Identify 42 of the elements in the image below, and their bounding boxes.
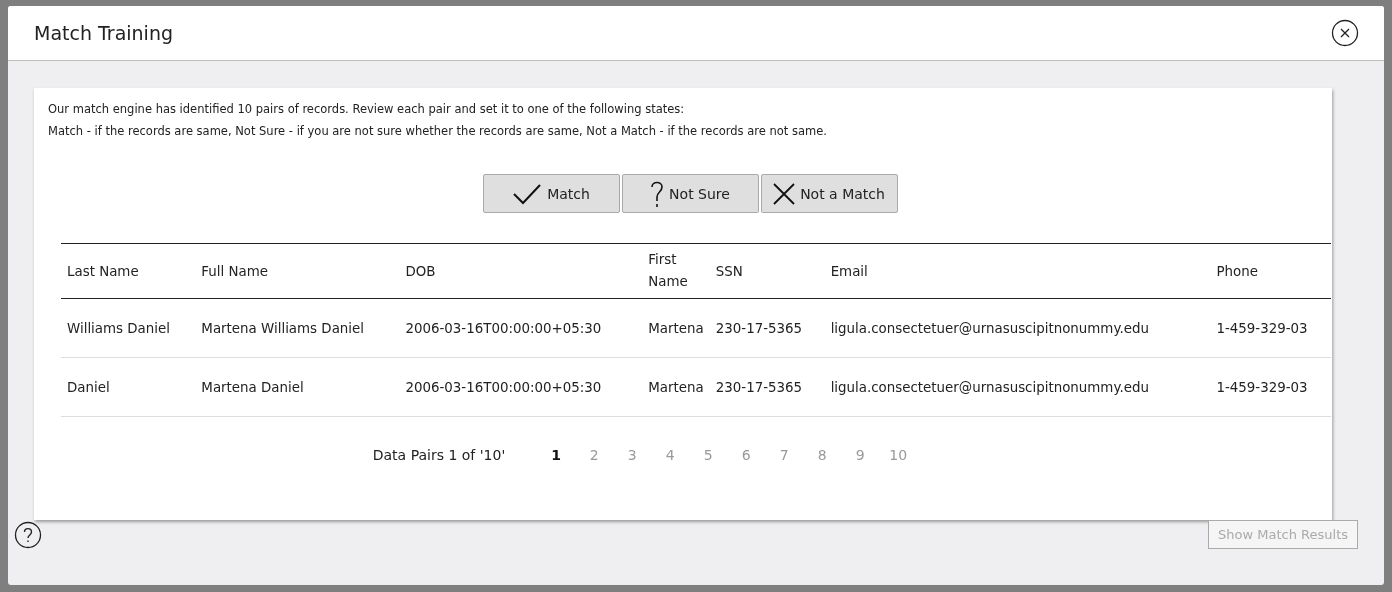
help-icon[interactable] [14, 520, 42, 549]
page-link[interactable]: 4 [651, 447, 690, 463]
page-link[interactable]: 9 [841, 447, 880, 463]
table-cell: 230-17-5365 [715, 320, 803, 336]
table-cell: 1-459-329-03 [1216, 320, 1308, 336]
table-cell: Martena Daniel [201, 379, 304, 395]
page-link[interactable]: 5 [689, 447, 728, 463]
page-link[interactable]: 1 [537, 447, 576, 463]
page-link[interactable]: 6 [727, 447, 766, 463]
column-header: Phone [1216, 263, 1258, 279]
column-header: SSN [715, 263, 743, 279]
table-cell: ligula.consectetuer@urnasuscipitnonummy.edu [830, 379, 1149, 395]
table-cell: Martena [648, 320, 704, 336]
column-header: First Name [648, 252, 688, 289]
instruction-text: Match - if the records are same, Not Sure - if you are not sure whether the records are same, Not a Match - if the records are not same. [48, 124, 828, 139]
column-header: Full Name [201, 263, 268, 279]
table-cell: ligula.consectetuer@urnasuscipitnonummy.edu [830, 320, 1149, 336]
column-header: DOB [405, 263, 436, 279]
cross-icon [773, 182, 796, 205]
page-link[interactable]: 8 [803, 447, 842, 463]
not-a-match-button[interactable]: Not a Match [760, 174, 898, 213]
page-link[interactable]: 2 [575, 447, 614, 463]
match-button[interactable]: Match [482, 174, 620, 213]
page-link[interactable]: 7 [765, 447, 804, 463]
column-header: Last Name [67, 263, 139, 279]
table-cell: Martena Williams Daniel [201, 320, 365, 336]
close-icon[interactable] [1331, 19, 1359, 47]
table-cell: Williams Daniel [67, 320, 170, 336]
page-link[interactable]: 3 [613, 447, 652, 463]
table-cell: 230-17-5365 [715, 379, 803, 395]
table-cell: Martena [648, 379, 704, 395]
instruction-text: Our match engine has identified 10 pairs of records. Review each pair and set it to one of the following states: [48, 102, 686, 117]
table-cell: Daniel [67, 379, 110, 395]
table-cell: 2006-03-16T00:00:00+05:30 [405, 320, 602, 336]
not-sure-button[interactable]: Not Sure [621, 174, 759, 213]
table-cell: 1-459-329-03 [1216, 379, 1308, 395]
pagination-label: Data Pairs 1 of '10' [372, 447, 506, 463]
column-header: Email [830, 263, 868, 279]
table-cell: 2006-03-16T00:00:00+05:30 [405, 379, 602, 395]
dialog-title: Match Training [34, 22, 173, 44]
question-icon [650, 179, 665, 208]
page-link[interactable]: 10 [879, 447, 918, 463]
